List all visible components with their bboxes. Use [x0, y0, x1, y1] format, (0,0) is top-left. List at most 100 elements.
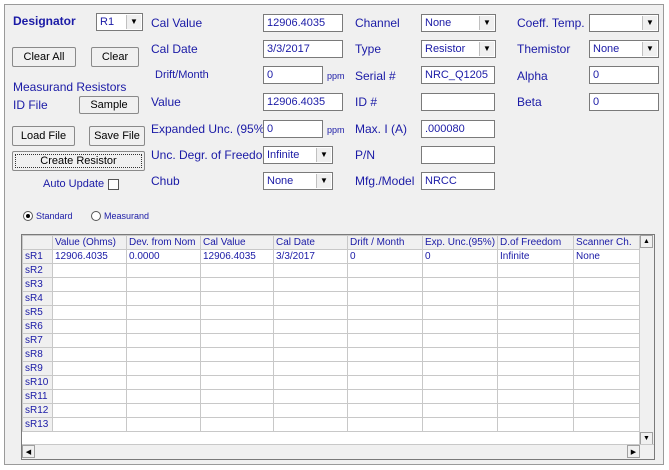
- table-cell[interactable]: [573, 361, 647, 376]
- row-header[interactable]: sR7: [22, 333, 53, 348]
- horizontal-scrollbar[interactable]: ◀ ▶: [22, 444, 654, 459]
- vertical-scrollbar[interactable]: ▲ ▼: [639, 235, 654, 445]
- table-cell[interactable]: [497, 291, 575, 306]
- table-cell[interactable]: [126, 319, 201, 334]
- table-cell[interactable]: [497, 361, 575, 376]
- column-header[interactable]: Value (Ohms): [52, 235, 127, 250]
- table-cell[interactable]: [52, 291, 127, 306]
- table-cell[interactable]: [421, 417, 499, 432]
- cal-date-field[interactable]: 3/3/2017: [263, 40, 343, 58]
- table-cell[interactable]: [126, 263, 201, 278]
- table-cell[interactable]: [421, 319, 499, 334]
- scroll-up-icon[interactable]: ▲: [640, 235, 653, 248]
- chub-select[interactable]: None ▼: [263, 172, 333, 190]
- table-cell[interactable]: [573, 263, 647, 278]
- table-cell[interactable]: [347, 403, 423, 418]
- table-cell[interactable]: [347, 347, 423, 362]
- unc-dof-select[interactable]: Infinite ▼: [263, 146, 333, 164]
- table-cell[interactable]: [52, 403, 127, 418]
- themistor-select[interactable]: None ▼: [589, 40, 659, 58]
- table-row[interactable]: sR13: [22, 417, 647, 432]
- column-header[interactable]: Cal Date: [273, 235, 348, 250]
- table-cell[interactable]: [421, 389, 499, 404]
- table-cell[interactable]: [126, 347, 201, 362]
- table-cell[interactable]: [573, 403, 647, 418]
- table-row[interactable]: sR1 12906.4035 0.0000 12906.4035 3/3/2017 0 0 I…: [22, 249, 647, 264]
- table-cell[interactable]: [273, 417, 348, 432]
- clear-all-button[interactable]: Clear All: [12, 47, 76, 67]
- standard-radio[interactable]: [23, 211, 33, 222]
- row-header[interactable]: sR11: [22, 389, 53, 404]
- table-cell[interactable]: [200, 361, 274, 376]
- scroll-right-icon[interactable]: ▶: [627, 445, 640, 458]
- table-cell[interactable]: [273, 263, 348, 278]
- table-cell[interactable]: [273, 319, 348, 334]
- table-cell[interactable]: [52, 333, 127, 348]
- table-cell[interactable]: [347, 277, 423, 292]
- table-cell[interactable]: [421, 403, 499, 418]
- table-cell[interactable]: [52, 417, 127, 432]
- table-cell[interactable]: [273, 403, 348, 418]
- table-cell[interactable]: [573, 277, 647, 292]
- table-cell[interactable]: [126, 375, 201, 390]
- table-cell[interactable]: [497, 347, 575, 362]
- coeff-temp-select[interactable]: ▼: [589, 14, 659, 32]
- column-header[interactable]: Cal Value: [200, 235, 274, 250]
- table-cell[interactable]: [126, 291, 201, 306]
- column-header[interactable]: Dev. from Nom: [126, 235, 201, 250]
- table-cell[interactable]: Infinite: [497, 249, 575, 264]
- table-cell[interactable]: [200, 375, 274, 390]
- table-cell[interactable]: [273, 389, 348, 404]
- table-cell[interactable]: [573, 389, 647, 404]
- column-header[interactable]: D.of Freedom: [497, 235, 575, 250]
- table-row[interactable]: sR4: [22, 291, 647, 306]
- table-cell[interactable]: [573, 291, 647, 306]
- scroll-left-icon[interactable]: ◀: [22, 445, 35, 458]
- table-cell[interactable]: [573, 375, 647, 390]
- table-cell[interactable]: [273, 361, 348, 376]
- table-cell[interactable]: [497, 263, 575, 278]
- table-row[interactable]: sR12: [22, 403, 647, 418]
- channel-select[interactable]: None ▼: [421, 14, 496, 32]
- table-row[interactable]: sR10: [22, 375, 647, 390]
- table-cell[interactable]: [347, 305, 423, 320]
- id-number-field[interactable]: [421, 93, 495, 111]
- table-cell[interactable]: [126, 417, 201, 432]
- table-cell[interactable]: [573, 347, 647, 362]
- row-header[interactable]: sR9: [22, 361, 53, 376]
- table-cell[interactable]: 12906.4035: [200, 249, 274, 264]
- table-cell[interactable]: [126, 403, 201, 418]
- table-cell[interactable]: [347, 417, 423, 432]
- table-cell[interactable]: [200, 389, 274, 404]
- table-cell[interactable]: [347, 263, 423, 278]
- save-file-button[interactable]: Save File: [89, 126, 145, 146]
- load-file-button[interactable]: Load File: [12, 126, 75, 146]
- table-cell[interactable]: [200, 333, 274, 348]
- table-cell[interactable]: [52, 389, 127, 404]
- expanded-unc-field[interactable]: 0: [263, 120, 323, 138]
- table-cell[interactable]: [421, 375, 499, 390]
- table-cell[interactable]: [52, 277, 127, 292]
- clear-button[interactable]: Clear: [91, 47, 139, 67]
- serial-field[interactable]: NRC_Q1205: [421, 66, 495, 84]
- row-header[interactable]: sR5: [22, 305, 53, 320]
- table-cell[interactable]: None: [573, 249, 647, 264]
- table-cell[interactable]: [52, 347, 127, 362]
- value-field[interactable]: 12906.4035: [263, 93, 343, 111]
- table-cell[interactable]: [347, 375, 423, 390]
- table-cell[interactable]: [273, 277, 348, 292]
- table-cell[interactable]: [52, 375, 127, 390]
- table-cell[interactable]: [497, 319, 575, 334]
- table-cell[interactable]: [200, 403, 274, 418]
- table-cell[interactable]: 0.0000: [126, 249, 201, 264]
- table-cell[interactable]: [497, 305, 575, 320]
- designator-select[interactable]: R1 ▼: [96, 13, 143, 31]
- table-cell[interactable]: [573, 417, 647, 432]
- sample-button[interactable]: Sample: [79, 96, 139, 114]
- table-cell[interactable]: [347, 291, 423, 306]
- auto-update-checkbox[interactable]: [108, 178, 120, 190]
- beta-field[interactable]: 0: [589, 93, 659, 111]
- row-header[interactable]: sR2: [22, 263, 53, 278]
- cal-value-field[interactable]: 12906.4035: [263, 14, 343, 32]
- table-cell[interactable]: 0: [421, 249, 499, 264]
